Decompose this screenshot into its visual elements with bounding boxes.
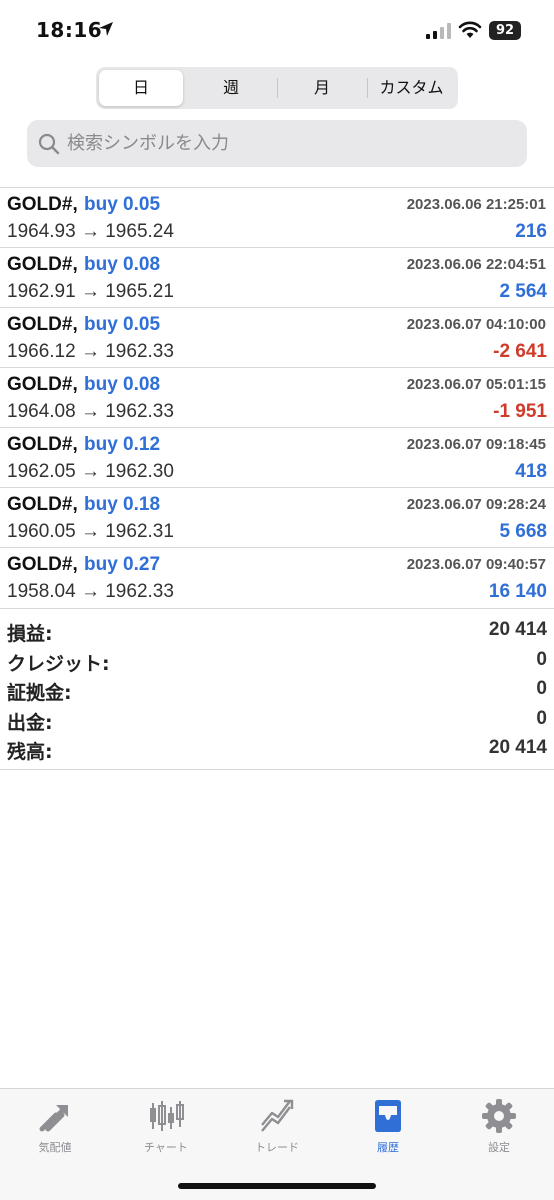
deal-type-volume: buy 0.08 — [84, 254, 161, 275]
tab-chart-label: チャート — [144, 1141, 188, 1154]
deal-symbol: GOLD#, — [7, 434, 78, 455]
deal-row[interactable]: GOLD#, buy 0.12 2023.06.07 09:18:45 1962… — [0, 427, 554, 487]
deal-symbol: GOLD#, — [7, 494, 78, 515]
summary-profit-row: 損益: 20 414 — [0, 617, 554, 647]
deal-time: 2023.06.07 05:01:15 — [406, 376, 546, 393]
deal-time: 2023.06.07 09:28:24 — [406, 496, 546, 513]
summary-label: 証拠金: — [7, 682, 72, 704]
summary-value: 0 — [536, 648, 547, 670]
deal-type-volume: buy 0.05 — [84, 314, 161, 335]
deal-type-volume: buy 0.18 — [84, 494, 161, 515]
deal-profit: 2 564 — [499, 281, 547, 302]
deal-type-volume: buy 0.05 — [84, 194, 161, 215]
deal-time: 2023.06.07 09:40:57 — [406, 556, 546, 573]
quotes-icon — [39, 1105, 68, 1132]
tab-history[interactable]: 履歴 — [338, 1097, 438, 1167]
summary-label: 損益: — [7, 623, 53, 645]
tab-quotes-label: 気配値 — [38, 1141, 72, 1154]
battery-indicator: 92 — [489, 21, 521, 40]
deal-time: 2023.06.07 09:18:45 — [406, 436, 546, 453]
deal-prices: 1964.93 → 1965.24 — [7, 221, 174, 242]
deal-profit: 418 — [515, 461, 547, 482]
summary-label: 残高: — [7, 741, 53, 763]
deal-symbol: GOLD#, — [7, 554, 78, 575]
history-summary: 損益: 20 414 クレジット: 0 証拠金: 0 出金: 0 残高: 20 … — [0, 608, 554, 770]
tab-history-label: 履歴 — [377, 1141, 399, 1154]
tab-settings-label: 設定 — [488, 1141, 510, 1154]
symbol-search-bar[interactable] — [27, 120, 527, 167]
summary-value: 20 414 — [488, 737, 547, 758]
cellular-signal-icon — [426, 23, 451, 39]
deal-symbol: GOLD#, — [7, 374, 78, 395]
deal-row[interactable]: GOLD#, buy 0.27 2023.06.07 09:40:57 1958… — [0, 547, 554, 607]
deal-row[interactable]: GOLD#, buy 0.05 2023.06.07 04:10:00 1966… — [0, 307, 554, 367]
tab-week[interactable]: 週 — [187, 70, 275, 106]
summary-label: クレジット: — [7, 652, 110, 675]
status-time: 18:16 — [36, 18, 103, 42]
deal-row[interactable]: GOLD#, buy 0.08 2023.06.07 05:01:15 1964… — [0, 367, 554, 427]
home-indicator — [178, 1183, 376, 1189]
deal-prices: 1962.91 → 1965.21 — [7, 281, 174, 302]
summary-value: 0 — [536, 678, 547, 699]
summary-value: 0 — [536, 707, 547, 729]
deal-time: 2023.06.06 21:25:01 — [406, 196, 546, 213]
symbol-search-input[interactable] — [67, 120, 507, 167]
deal-symbol: GOLD#, — [7, 194, 78, 215]
deal-prices: 1964.08 → 1962.33 — [7, 401, 174, 422]
deal-history-list: GOLD#, buy 0.05 2023.06.06 21:25:01 1964… — [0, 187, 554, 607]
tab-trade-label: トレード — [255, 1141, 299, 1154]
deal-profit: -2 641 — [493, 341, 547, 362]
summary-credit-row: クレジット: 0 — [0, 647, 554, 677]
deal-profit: 5 668 — [499, 521, 547, 542]
deal-profit: 216 — [515, 221, 547, 242]
candlestick-chart-icon — [150, 1101, 184, 1131]
period-segmented-control: 日 週 月 カスタム — [96, 67, 458, 109]
tab-settings[interactable]: 設定 — [449, 1097, 549, 1167]
location-arrow-icon — [99, 22, 113, 36]
deal-row[interactable]: GOLD#, buy 0.05 2023.06.06 21:25:01 1964… — [0, 187, 554, 247]
summary-balance-row: 残高: 20 414 — [0, 735, 554, 765]
status-bar: 18:16 92 — [0, 0, 554, 62]
deal-prices: 1960.05 → 1962.31 — [7, 521, 174, 542]
tab-trade[interactable]: トレード — [227, 1097, 327, 1167]
deal-prices: 1962.05 → 1962.30 — [7, 461, 174, 482]
history-inbox-icon — [375, 1100, 401, 1132]
deal-prices: 1958.04 → 1962.33 — [7, 581, 174, 602]
summary-withdrawal-row: 出金: 0 — [0, 706, 554, 736]
deal-type-volume: buy 0.27 — [84, 554, 161, 575]
tab-month[interactable]: 月 — [278, 70, 366, 106]
summary-value: 20 414 — [488, 619, 547, 640]
tab-quotes[interactable]: 気配値 — [5, 1097, 105, 1167]
deal-type-volume: buy 0.12 — [84, 434, 161, 455]
trade-icon — [261, 1099, 294, 1132]
deal-symbol: GOLD#, — [7, 314, 78, 335]
deal-time: 2023.06.06 22:04:51 — [406, 256, 546, 273]
tab-custom[interactable]: カスタム — [368, 70, 455, 106]
wifi-icon — [458, 21, 482, 38]
deal-prices: 1966.12 → 1962.33 — [7, 341, 174, 362]
deal-time: 2023.06.07 04:10:00 — [406, 316, 546, 333]
search-icon — [38, 133, 60, 155]
deal-symbol: GOLD#, — [7, 254, 78, 275]
deal-type-volume: buy 0.08 — [84, 374, 161, 395]
summary-label: 出金: — [7, 711, 53, 734]
summary-margin-row: 証拠金: 0 — [0, 676, 554, 706]
deal-profit: 16 140 — [488, 581, 547, 602]
tab-chart[interactable]: チャート — [116, 1097, 216, 1167]
deal-row[interactable]: GOLD#, buy 0.18 2023.06.07 09:28:24 1960… — [0, 487, 554, 547]
tab-day[interactable]: 日 — [99, 70, 183, 106]
gear-icon — [482, 1099, 516, 1133]
deal-profit: -1 951 — [493, 401, 547, 422]
deal-row[interactable]: GOLD#, buy 0.08 2023.06.06 22:04:51 1962… — [0, 247, 554, 307]
